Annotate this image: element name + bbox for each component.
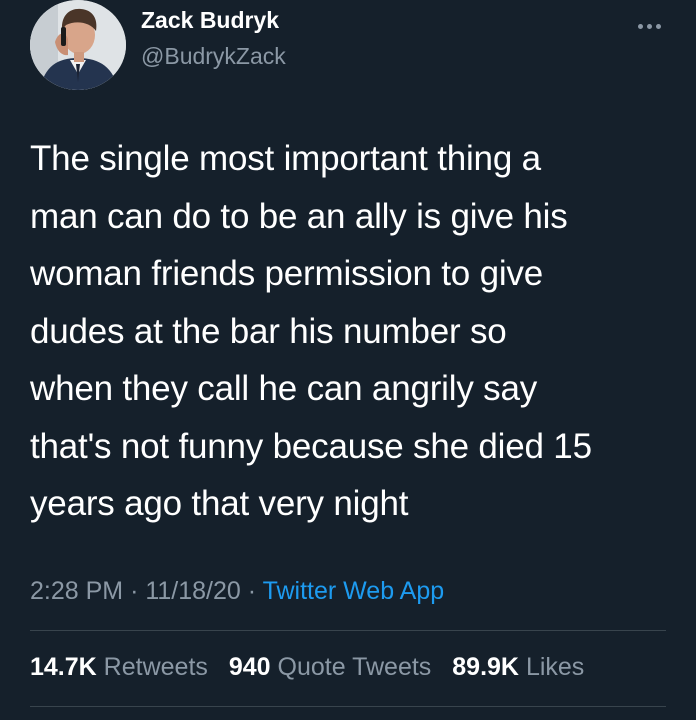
retweets-count: 14.7K xyxy=(30,653,97,681)
author-info: Zack Budryk @BudrykZack xyxy=(141,5,286,71)
display-name[interactable]: Zack Budryk xyxy=(141,5,286,35)
likes-stat[interactable]: 89.9K Likes xyxy=(452,650,584,684)
tweet-time[interactable]: 2:28 PM xyxy=(30,577,123,605)
divider xyxy=(30,630,666,631)
tweet-text: The single most important thing a man ca… xyxy=(30,139,592,523)
retweets-label: Retweets xyxy=(103,653,208,681)
ellipsis-dot xyxy=(638,24,643,29)
ellipsis-dot xyxy=(647,24,652,29)
ellipsis-dot xyxy=(656,24,661,29)
quote-tweets-stat[interactable]: 940 Quote Tweets xyxy=(229,650,431,684)
tweet-metadata: 2:28 PM · 11/18/20 · Twitter Web App xyxy=(30,574,444,608)
retweets-stat[interactable]: 14.7K Retweets xyxy=(30,650,208,684)
tweet-date[interactable]: 11/18/20 xyxy=(145,577,240,605)
quote-tweets-label: Quote Tweets xyxy=(277,653,432,681)
tweet-header: Zack Budryk @BudrykZack xyxy=(28,0,668,100)
meta-separator: · xyxy=(130,577,139,605)
user-handle[interactable]: @BudrykZack xyxy=(141,41,286,71)
avatar[interactable] xyxy=(30,0,126,90)
tweet-card: Zack Budryk @BudrykZack The single most … xyxy=(0,0,696,720)
tweet-source[interactable]: Twitter Web App xyxy=(263,577,445,605)
meta-separator: · xyxy=(247,577,257,605)
tweet-stats: 14.7K Retweets 940 Quote Tweets 89.9K Li… xyxy=(30,650,584,684)
ellipsis-icon[interactable] xyxy=(636,16,670,29)
avatar-image xyxy=(30,0,126,90)
likes-count: 89.9K xyxy=(452,653,519,681)
likes-label: Likes xyxy=(525,653,585,681)
quote-tweets-count: 940 xyxy=(228,653,271,681)
divider xyxy=(30,706,666,707)
